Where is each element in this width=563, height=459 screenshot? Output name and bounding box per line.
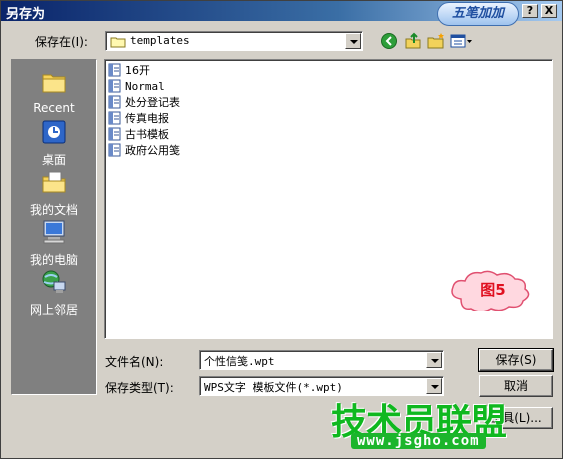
- back-icon[interactable]: [379, 31, 399, 51]
- file-name: 政府公用笺: [125, 144, 180, 157]
- window-title: 另存为: [6, 7, 46, 22]
- file-name: 传真电报: [125, 112, 169, 125]
- wps-template-icon: [108, 143, 121, 157]
- place-label: Recent: [33, 101, 75, 115]
- file-name: 古书模板: [125, 128, 169, 141]
- place-label: 我的文档: [29, 203, 78, 217]
- place-my-computer[interactable]: 我的电脑: [12, 218, 96, 268]
- wps-template-icon: [108, 111, 121, 125]
- list-item[interactable]: 古书模板: [108, 126, 169, 142]
- watermark: 技术员联盟 www.jsgho.com: [331, 393, 531, 453]
- wps-template-icon: [108, 95, 121, 109]
- up-folder-icon[interactable]: [403, 31, 423, 51]
- file-name: Normal: [125, 79, 165, 93]
- place-desktop[interactable]: 桌面: [12, 118, 96, 168]
- save-in-dropdown-arrow[interactable]: [345, 33, 361, 49]
- list-item[interactable]: 政府公用笺: [108, 142, 180, 158]
- wps-template-icon: [108, 79, 121, 93]
- list-item[interactable]: 处分登记表: [108, 94, 180, 110]
- save-button[interactable]: 保存(S): [478, 348, 554, 372]
- place-recent[interactable]: Recent: [12, 68, 96, 115]
- save-as-dialog: 另存为 五笔加加 ? X 保存在(I): templates Recent 桌面…: [0, 0, 563, 459]
- wps-template-icon: [108, 63, 121, 77]
- file-name: 16开: [125, 64, 150, 77]
- filetype-dropdown-arrow[interactable]: [426, 378, 442, 394]
- place-my-documents[interactable]: 我的文档: [12, 168, 96, 218]
- wps-template-icon: [108, 127, 121, 141]
- callout-cloud: 图5: [447, 269, 539, 313]
- recent-folder-icon: [42, 74, 66, 93]
- watermark-url: www.jsgho.com: [351, 433, 486, 449]
- wubi-logo: 五笔加加: [437, 2, 519, 26]
- save-in-value: templates: [130, 34, 190, 47]
- filename-combo[interactable]: 个性信笺.wpt: [199, 350, 444, 370]
- filename-input[interactable]: 个性信笺.wpt: [204, 353, 275, 369]
- save-in-label: 保存在(I):: [35, 35, 88, 49]
- desktop-icon: [42, 120, 66, 144]
- file-name: 处分登记表: [125, 96, 180, 109]
- place-label: 网上邻居: [29, 303, 78, 317]
- places-bar: Recent 桌面 我的文档 我的电脑 网上邻居: [11, 59, 97, 395]
- help-button[interactable]: ?: [522, 4, 538, 18]
- new-folder-icon[interactable]: [426, 31, 446, 51]
- list-item[interactable]: 传真电报: [108, 110, 169, 126]
- filename-label: 文件名(N):: [105, 355, 164, 369]
- network-icon: [42, 270, 66, 293]
- list-item[interactable]: 16开: [108, 62, 150, 78]
- close-button[interactable]: X: [541, 4, 557, 18]
- list-item[interactable]: Normal: [108, 78, 165, 94]
- place-label: 我的电脑: [29, 253, 78, 267]
- my-documents-icon: [42, 171, 66, 193]
- callout-text: 图5: [480, 281, 506, 299]
- filename-dropdown-arrow[interactable]: [426, 352, 442, 368]
- views-menu-icon[interactable]: [449, 31, 473, 51]
- place-label: 桌面: [41, 153, 66, 167]
- save-in-combo[interactable]: templates: [105, 31, 363, 51]
- place-network[interactable]: 网上邻居: [12, 268, 96, 318]
- my-computer-icon: [43, 220, 65, 244]
- filetype-label: 保存类型(T):: [105, 381, 174, 395]
- folder-icon: [110, 37, 126, 48]
- filetype-value: WPS文字 模板文件(*.wpt): [204, 381, 343, 394]
